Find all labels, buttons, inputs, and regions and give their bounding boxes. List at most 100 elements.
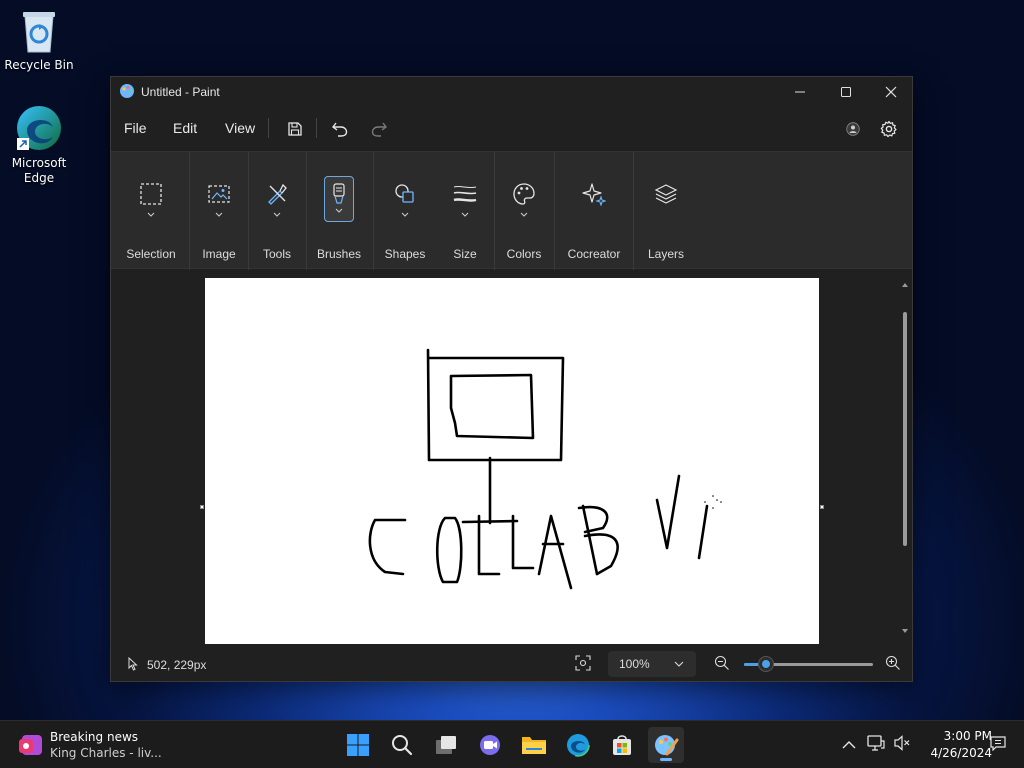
scroll-up-icon xyxy=(902,283,908,287)
chevron-down-icon xyxy=(215,212,223,217)
settings-button[interactable] xyxy=(874,115,904,143)
ribbon-label-shapes: Shapes xyxy=(384,247,426,261)
active-app-indicator xyxy=(660,758,672,761)
volume-muted-icon[interactable] xyxy=(893,735,911,751)
window-title: Untitled - Paint xyxy=(141,85,220,99)
ribbon-label-selection: Selection xyxy=(126,247,176,261)
shapes-icon xyxy=(395,184,414,203)
zoom-in-icon xyxy=(885,655,900,670)
search-button[interactable] xyxy=(384,727,420,763)
redo-button[interactable] xyxy=(364,115,394,143)
notification-icon[interactable] xyxy=(990,735,1006,751)
redo-icon xyxy=(371,122,387,137)
zoom-value: 100% xyxy=(619,657,650,671)
zoom-slider-knob[interactable] xyxy=(759,657,773,671)
ribbon-group-brushes[interactable]: Brushes xyxy=(308,152,370,270)
account-button[interactable] xyxy=(838,115,868,143)
tools-icon xyxy=(268,183,287,205)
paint-taskbar-button[interactable] xyxy=(648,727,684,763)
store-button[interactable] xyxy=(604,727,640,763)
edge-icon xyxy=(17,106,61,150)
brush-icon xyxy=(333,183,345,213)
ribbon-group-layers[interactable]: Layers xyxy=(636,152,696,270)
resize-handle-left[interactable] xyxy=(200,505,204,509)
ribbon-group-selection[interactable]: Selection xyxy=(119,152,183,270)
news-widget[interactable]: Breaking news King Charles - liv... xyxy=(16,729,216,761)
fit-to-window-button[interactable] xyxy=(575,655,593,673)
ribbon-label-colors: Colors xyxy=(506,247,542,261)
zoom-out-icon xyxy=(714,655,729,670)
chevron-down-icon xyxy=(674,661,684,667)
desktop-icon-edge[interactable]: Microsoft Edge xyxy=(1,104,77,186)
chevron-down-icon xyxy=(401,212,409,217)
ribbon-group-cocreator[interactable]: Cocreator xyxy=(558,152,630,270)
zoom-out-button[interactable] xyxy=(714,655,732,673)
desktop-icon-recycle-bin[interactable]: Recycle Bin xyxy=(1,8,77,73)
teams-button[interactable] xyxy=(472,727,508,763)
teams-icon xyxy=(480,735,500,755)
task-view-icon xyxy=(436,736,456,754)
edge-label: Microsoft Edge xyxy=(11,156,67,185)
ribbon-label-layers: Layers xyxy=(647,247,685,261)
taskbar: Breaking news King Charles - liv... 3:00… xyxy=(0,720,1024,768)
recycle-bin-label: Recycle Bin xyxy=(4,58,74,72)
sparkle-icon xyxy=(582,183,606,206)
edge-icon xyxy=(566,733,590,757)
account-icon xyxy=(846,122,860,136)
drawing-canvas[interactable] xyxy=(205,278,819,644)
menu-file[interactable]: File xyxy=(124,120,147,136)
paint-icon xyxy=(655,735,679,756)
fit-to-window-icon xyxy=(575,655,591,671)
maximize-button[interactable] xyxy=(823,77,869,107)
size-icon xyxy=(453,185,477,202)
ribbon-label-cocreator: Cocreator xyxy=(567,247,621,261)
menu-view[interactable]: View xyxy=(225,120,255,136)
layers-icon xyxy=(654,184,678,204)
gear-icon xyxy=(880,120,897,138)
search-icon xyxy=(392,735,413,756)
resize-handle-right[interactable] xyxy=(820,505,824,509)
ribbon-group-size[interactable]: Size xyxy=(437,152,493,270)
chevron-down-icon xyxy=(147,212,155,217)
palette-icon xyxy=(513,183,535,205)
title-bar[interactable]: Untitled - Paint xyxy=(111,77,912,107)
task-view-button[interactable] xyxy=(428,727,464,763)
close-button[interactable] xyxy=(868,77,914,107)
system-clock[interactable]: 3:00 PM 4/26/2024 xyxy=(922,728,992,762)
store-icon xyxy=(613,735,631,755)
chevron-up-icon[interactable] xyxy=(842,740,856,750)
file-explorer-button[interactable] xyxy=(516,727,552,763)
start-button[interactable] xyxy=(340,727,376,763)
minimize-button[interactable] xyxy=(777,77,823,107)
vertical-scrollbar[interactable] xyxy=(901,276,909,640)
selection-icon xyxy=(140,183,162,205)
zoom-dropdown[interactable]: 100% xyxy=(608,651,696,677)
file-explorer-icon xyxy=(522,737,546,754)
image-icon xyxy=(208,185,230,203)
canvas-workspace xyxy=(111,270,912,646)
ribbon-group-image[interactable]: Image xyxy=(191,152,247,270)
close-icon xyxy=(885,86,897,98)
zoom-in-button[interactable] xyxy=(885,655,903,673)
save-icon xyxy=(288,122,302,136)
chevron-down-icon xyxy=(461,212,469,217)
start-icon xyxy=(347,734,369,756)
recycle-bin-icon xyxy=(23,12,55,53)
ribbon-label-size: Size xyxy=(453,247,477,261)
scroll-thumb[interactable] xyxy=(903,312,907,546)
clock-time: 3:00 PM xyxy=(943,729,992,743)
zoom-slider[interactable] xyxy=(744,657,873,671)
ribbon-group-colors[interactable]: Colors xyxy=(495,152,553,270)
ribbon-label-brushes: Brushes xyxy=(316,247,362,261)
undo-button[interactable] xyxy=(325,115,355,143)
news-icon xyxy=(19,735,42,755)
menu-edit[interactable]: Edit xyxy=(173,120,197,136)
news-headline: Breaking news xyxy=(50,730,139,744)
paint-window: Untitled - Paint File Edit View Selectio… xyxy=(110,76,913,682)
ribbon-group-shapes[interactable]: Shapes xyxy=(374,152,436,270)
edge-button[interactable] xyxy=(560,727,596,763)
ribbon-group-tools[interactable]: Tools xyxy=(249,152,305,270)
network-icon[interactable] xyxy=(867,735,885,751)
save-button[interactable] xyxy=(280,115,310,143)
paint-app-icon xyxy=(120,84,134,98)
